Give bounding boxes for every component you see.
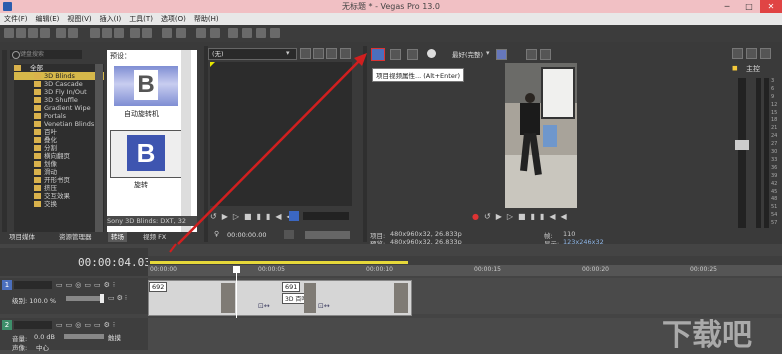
arrow-tail: [169, 243, 177, 253]
arrow-line: [177, 59, 361, 245]
annotation-arrows: [169, 53, 367, 253]
